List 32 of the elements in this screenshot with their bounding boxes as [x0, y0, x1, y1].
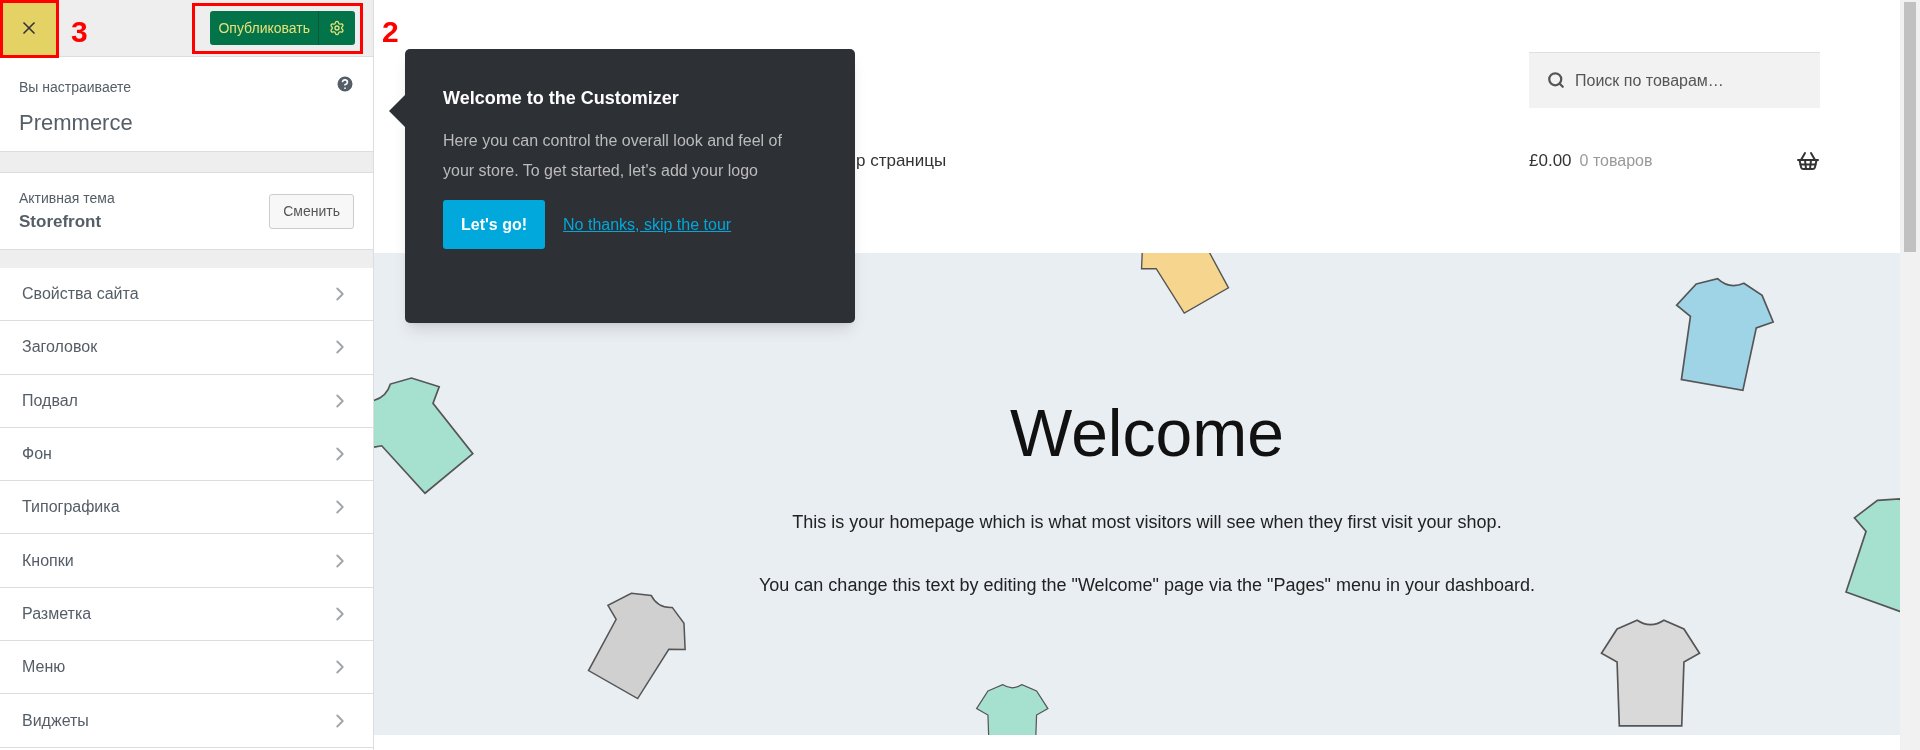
welcome-heading: Welcome [1010, 395, 1284, 472]
section-item[interactable]: Фон [0, 427, 373, 482]
search-icon [1547, 71, 1565, 89]
annotation-number: 2 [382, 14, 399, 50]
nav-link[interactable]: р страницы [856, 148, 947, 174]
section-item[interactable]: Виджеты [0, 694, 373, 748]
customizing-caption: Вы настраиваете [19, 78, 132, 97]
gear-icon [329, 20, 345, 36]
hero-paragraph: This is your homepage which is what most visitors will see when they first visit your shop. [792, 511, 1502, 534]
site-name: Premmerce [19, 109, 133, 137]
publish-settings-button[interactable] [319, 11, 355, 45]
theme-caption: Активная тема [19, 188, 116, 208]
section-item[interactable]: Типографика [0, 481, 373, 535]
cart-total[interactable]: £0.00 [1529, 148, 1572, 174]
section-item[interactable]: Кнопки [0, 534, 373, 588]
tour-text: Here you can control the overall look and feel of your store. To get started, let's add your logo [443, 131, 783, 181]
section-item[interactable]: Разметка [0, 587, 373, 642]
help-icon[interactable] [335, 74, 355, 94]
skip-tour-link[interactable]: No thanks, skip the tour [563, 212, 732, 237]
annotation-number: 3 [71, 14, 88, 50]
section-item[interactable]: Меню [0, 641, 373, 695]
section-item[interactable]: Заголовок [0, 321, 373, 375]
scrollbar-thumb[interactable] [1904, 2, 1916, 252]
section-item[interactable]: Свойства сайта [0, 268, 373, 322]
change-theme-button[interactable]: Сменить [269, 193, 354, 229]
hero-paragraph: You can change this text by editing the "Welcome" page via the "Pages" menu in your dashboard. [758, 574, 1536, 597]
annotation-frame [0, 0, 59, 58]
theme-name: Storefront [19, 210, 103, 233]
search-field[interactable]: Поиск по товарам… [1529, 52, 1820, 108]
publish-button[interactable]: Опубликовать [210, 11, 319, 45]
section-item[interactable]: Подвал [0, 374, 373, 428]
tour-title: Welcome to the Customizer [443, 87, 680, 110]
